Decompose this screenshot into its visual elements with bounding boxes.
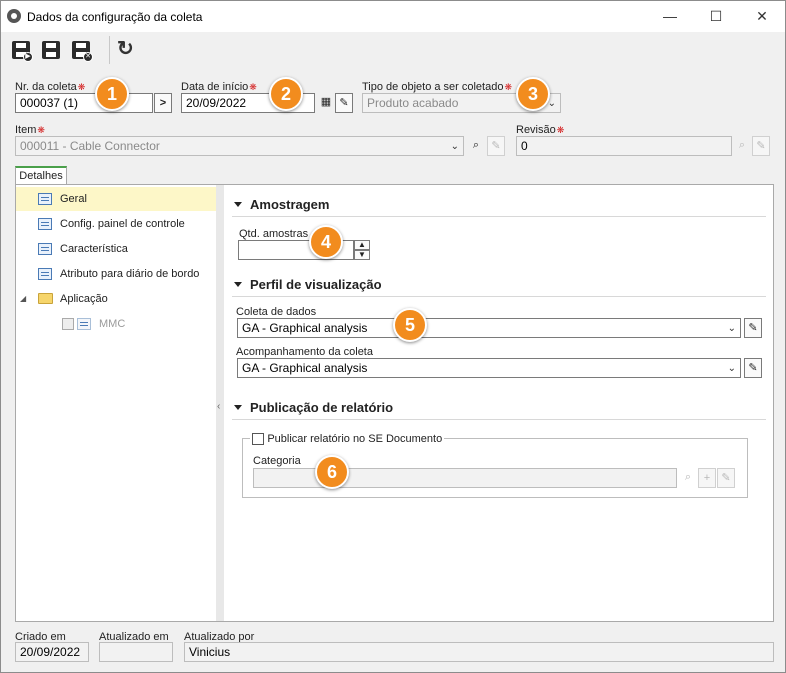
save-new-button[interactable]: ▶ <box>9 38 33 62</box>
publicar-checkbox[interactable] <box>252 432 264 445</box>
maximize-button[interactable]: ☐ <box>693 1 739 32</box>
calendar-icon[interactable]: ▦ <box>317 93 335 113</box>
section-amostragem[interactable]: Amostragem <box>232 197 766 217</box>
clear-brush-icon[interactable]: ✎ <box>752 136 770 156</box>
add-icon[interactable]: + <box>698 468 716 488</box>
required-icon: ❋ <box>504 82 513 92</box>
expand-triangle-icon[interactable]: ◢ <box>20 287 26 311</box>
atualizado-em-field <box>99 642 173 662</box>
tree-item-aplicacao[interactable]: ◢ Aplicação <box>16 287 216 311</box>
nr-coleta-label: Nr. da coleta❋ <box>15 81 86 93</box>
dialog-window: Dados da configuração da coleta — ☐ ✕ ▶ … <box>0 0 786 673</box>
revisao-label: Revisão❋ <box>516 124 565 136</box>
tree-item-geral[interactable]: Geral <box>16 187 216 211</box>
stepper-up-icon[interactable]: ▲ <box>354 240 370 250</box>
clear-brush-icon[interactable]: ✎ <box>335 93 353 113</box>
required-icon: ❋ <box>77 82 86 92</box>
callout-badge-2: 2 <box>269 77 303 111</box>
coleta-dados-label: Coleta de dados <box>236 306 317 318</box>
atualizado-por-field: Vinicius <box>184 642 774 662</box>
clear-brush-icon[interactable]: ✎ <box>487 136 505 156</box>
qtd-amostras-label: Qtd. amostras <box>239 228 309 240</box>
binoculars-icon[interactable]: ⌕ <box>467 136 485 156</box>
detalhes-panel: Geral Config. painel de controle Caracte… <box>15 184 774 622</box>
form-icon <box>38 193 52 205</box>
mmc-checkbox[interactable] <box>62 318 74 330</box>
panel-splitter[interactable]: ‹ <box>216 185 224 621</box>
app-logo-icon <box>7 9 21 23</box>
collapse-arrow-icon[interactable]: ‹ <box>217 401 220 412</box>
search-icon[interactable]: ⌕ <box>679 468 697 488</box>
folder-icon <box>38 293 53 304</box>
tree-item-config-painel[interactable]: Config. painel de controle <box>16 212 216 236</box>
collapse-triangle-icon <box>234 405 242 411</box>
section-publicacao[interactable]: Publicação de relatório <box>232 400 766 420</box>
required-icon: ❋ <box>37 125 45 135</box>
required-icon: ❋ <box>556 125 565 135</box>
acompanhamento-label: Acompanhamento da coleta <box>236 346 373 358</box>
save-button[interactable] <box>39 38 63 62</box>
tipo-objeto-label: Tipo de objeto a ser coletado❋ <box>362 81 513 93</box>
coleta-dados-select[interactable]: GA - Graphical analysis ⌄ <box>237 318 741 338</box>
callout-badge-5: 5 <box>393 308 427 342</box>
tree-item-atributo[interactable]: Atributo para diário de bordo <box>16 262 216 286</box>
chevron-down-icon: ⌄ <box>727 363 736 374</box>
window-title: Dados da configuração da coleta <box>27 10 203 24</box>
navigation-tree: Geral Config. painel de controle Caracte… <box>16 185 216 621</box>
revisao-field[interactable]: 0 <box>516 136 732 156</box>
item-label: Item❋ <box>15 124 45 136</box>
form-icon <box>77 318 91 330</box>
save-close-button[interactable]: ✕ <box>69 38 93 62</box>
clear-brush-icon[interactable]: ✎ <box>717 468 735 488</box>
next-arrow-icon[interactable]: > <box>154 93 172 113</box>
form-icon <box>38 243 52 255</box>
clear-brush-icon[interactable]: ✎ <box>744 358 762 378</box>
clear-brush-icon[interactable]: ✎ <box>744 318 762 338</box>
required-icon: ❋ <box>249 82 257 92</box>
item-select[interactable]: 000011 - Cable Connector ⌄ <box>15 136 464 156</box>
collapse-triangle-icon <box>234 282 242 288</box>
categoria-label: Categoria <box>253 455 301 467</box>
callout-badge-1: 1 <box>95 77 129 111</box>
title-bar: Dados da configuração da coleta — ☐ ✕ <box>1 1 785 32</box>
acompanhamento-select[interactable]: GA - Graphical analysis ⌄ <box>237 358 741 378</box>
chevron-down-icon: ⌄ <box>450 141 459 152</box>
chevron-down-icon: ⌄ <box>727 323 736 334</box>
data-inicio-label: Data de início❋ <box>181 81 257 93</box>
close-button[interactable]: ✕ <box>739 1 785 32</box>
form-icon <box>38 218 52 230</box>
toolbar-separator <box>109 36 110 64</box>
collapse-triangle-icon <box>234 202 242 208</box>
tab-detalhes[interactable]: Detalhes <box>15 166 67 184</box>
refresh-icon[interactable]: ↻ <box>117 38 134 60</box>
section-perfil[interactable]: Perfil de visualização <box>232 277 766 297</box>
save-icon <box>42 41 60 59</box>
nr-coleta-field[interactable]: 000037 (1) <box>15 93 153 113</box>
callout-badge-4: 4 <box>309 225 343 259</box>
minimize-button[interactable]: — <box>647 1 693 32</box>
stepper-down-icon[interactable]: ▼ <box>354 250 370 260</box>
callout-badge-3: 3 <box>516 77 550 111</box>
form-icon <box>38 268 52 280</box>
callout-badge-6: 6 <box>315 455 349 489</box>
publicar-checkbox-row[interactable]: Publicar relatório no SE Documento <box>250 431 445 445</box>
search-icon[interactable]: ⌕ <box>733 136 751 156</box>
tree-item-caracteristica[interactable]: Característica <box>16 237 216 261</box>
tree-item-mmc[interactable]: MMC <box>16 312 216 336</box>
criado-em-field: 20/09/2022 <box>15 642 89 662</box>
